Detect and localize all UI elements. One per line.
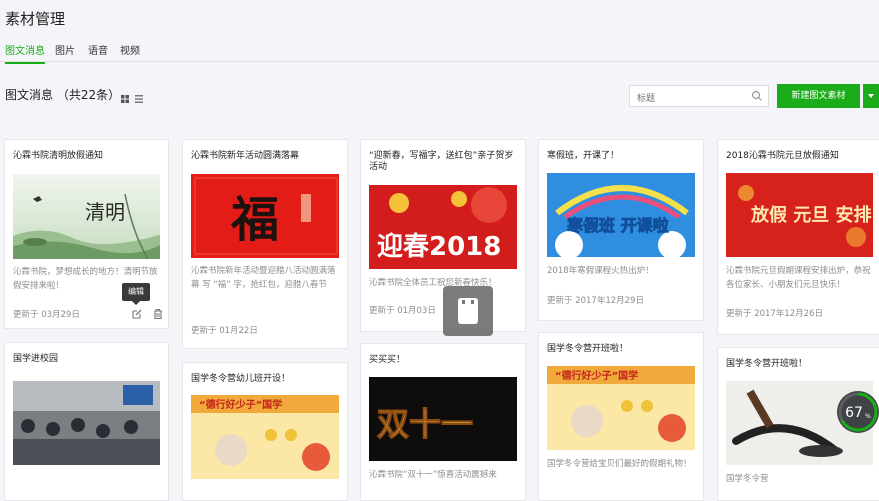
card-title: 买买买！ [369, 355, 406, 365]
search-icon[interactable] [751, 90, 763, 102]
card-description: 国学冬令营 [726, 474, 769, 484]
tab-news[interactable]: 图文消息 [5, 42, 45, 64]
article-card[interactable]: 沁霖书院新年活动圆满落幕 福 沁霖书院新年活动暨迎腊八活动圆满落幕 写 “福” … [182, 139, 348, 349]
card-title: 沁霖书院新年活动圆满落幕 [191, 151, 300, 161]
card-title: 沁霖书院清明放假通知 [13, 151, 104, 161]
grid-view-icon[interactable] [121, 95, 129, 103]
progress-unit: % [865, 413, 871, 420]
card-thumbnail: “德行好少子”国学 [191, 395, 339, 479]
card-thumbnail: 清明 [13, 174, 160, 259]
card-title: 国学冬令营幼儿班开设！ [191, 374, 291, 384]
view-toggle [121, 89, 145, 108]
thumb-text: 放假 元旦 安排 [750, 204, 872, 226]
card-title: 国学冬令营开班啦！ [547, 344, 629, 354]
article-card[interactable]: 国学冬令营幼儿班开设！ “德行好少子”国学 [182, 362, 348, 501]
usb-device-overlay [443, 286, 493, 336]
list-title: 图文消息 （共22条） [5, 88, 121, 102]
card-date: 更新于 2017年12月26日 [726, 309, 823, 319]
delete-icon[interactable] [152, 308, 164, 320]
article-card[interactable]: 2018沁霖书院元旦放假通知 放假 元旦 安排 沁霖书院元旦假期课程安排出炉，恭… [717, 139, 879, 335]
card-thumbnail: 寒假班 开课啦 [547, 173, 695, 257]
list-view-icon[interactable] [135, 95, 143, 103]
caret-down-icon [868, 94, 874, 98]
thumb-text: “德行好少子”国学 [199, 398, 282, 411]
tab-bar: 图文消息 图片 语音 视频 [0, 40, 879, 64]
search-input[interactable] [630, 89, 740, 109]
card-description: 沁霖书院元旦假期课程安排出炉，恭祝各位家长、小朋友们元旦快乐！ [726, 266, 871, 290]
card-description: 2018年寒假课程火热出炉！ [547, 266, 654, 276]
edit-icon[interactable] [131, 308, 143, 320]
card-title: “迎新春，写福字，送红包”亲子贺岁活动 [369, 151, 514, 172]
card-thumbnail: 放假 元旦 安排 [726, 173, 873, 257]
thumb-text: 双十一 [377, 405, 473, 443]
tab-images[interactable]: 图片 [55, 42, 75, 62]
card-thumbnail: 双十一 [369, 377, 517, 461]
new-article-button[interactable]: 新建图文素材 [777, 84, 860, 108]
card-description: 沁霖书院新年活动暨迎腊八活动圆满落幕 写 “福” 字，抢红包，迎腊八春节 [191, 266, 336, 290]
card-title: 2018沁霖书院元旦放假通知 [726, 151, 839, 161]
search-box [629, 85, 769, 109]
tab-voice[interactable]: 语音 [88, 42, 108, 62]
new-article-dropdown[interactable] [863, 84, 879, 108]
card-description: 沁霖书院“双十一”惊喜活动震撼来 [369, 470, 497, 480]
card-title: 寒假班，开课了！ [547, 151, 620, 161]
thumb-text: 迎春2018 [377, 231, 501, 262]
card-date: 更新于 01月03日 [369, 306, 436, 316]
card-date: 更新于 03月29日 [13, 310, 80, 320]
card-title: 国学冬令营开班啦！ [726, 359, 808, 369]
progress-widget[interactable]: 67 % [836, 390, 879, 434]
card-thumbnail: 福 [191, 174, 339, 258]
header: 素材管理 图文消息 图片 语音 视频 [0, 0, 879, 64]
page-title: 素材管理 [5, 10, 66, 28]
card-thumbnail: “德行好少子”国学 [547, 366, 695, 450]
card-thumbnail [13, 381, 160, 465]
card-thumbnail: 迎春2018 [369, 185, 517, 269]
usb-drive-icon [458, 298, 478, 324]
card-date: 更新于 01月22日 [191, 326, 258, 336]
thumb-text: “德行好少子”国学 [555, 369, 638, 382]
thumb-text: 清明 [85, 200, 125, 224]
thumb-text: 寒假班 开课啦 [566, 216, 669, 235]
article-card[interactable]: 寒假班，开课了！ 寒假班 开课啦 2018年寒假课程火热出炉！ 更新于 2017… [538, 139, 704, 321]
progress-percent: 67 [845, 405, 863, 421]
article-card[interactable]: 国学冬令营开班啦！ “德行好少子”国学 国学冬令营给宝贝们最好的假期礼物！ [538, 332, 704, 501]
edit-tooltip: 编辑 [122, 283, 150, 305]
card-date: 更新于 2017年12月29日 [547, 296, 644, 306]
thumb-text: 福 [230, 192, 279, 248]
article-card[interactable]: 国学进校园 [4, 342, 169, 501]
card-description: 国学冬令营给宝贝们最好的假期礼物！ [547, 459, 692, 469]
tab-video[interactable]: 视频 [120, 42, 140, 62]
article-card[interactable]: 买买买！ 双十一 沁霖书院“双十一”惊喜活动震撼来 [360, 343, 526, 501]
card-title: 国学进校园 [13, 354, 59, 364]
